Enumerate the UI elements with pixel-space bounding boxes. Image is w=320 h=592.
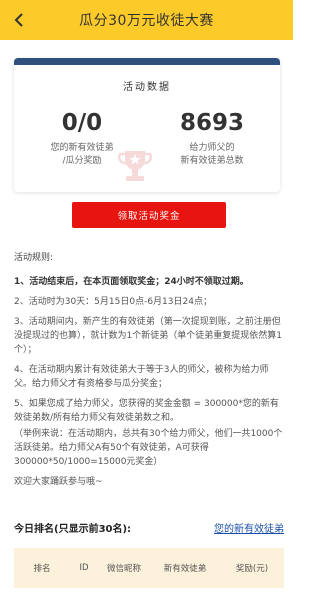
rules-title: 活动规则: [14, 253, 54, 263]
column-header-rank: 排名 [33, 564, 51, 574]
top-bar: 瓜分30万元收徒大赛 [0, 0, 293, 40]
rule-item: 3、活动期间内，新产生的有效徒弟（第一次提现到账，之前注册但没提现过的也算），就… [14, 317, 282, 355]
total-apprentices-value: 8693 [179, 110, 244, 136]
ranking-title: 今日排名(只显示前30名): [14, 524, 132, 535]
rule-item: 1、活动结束后，在本页面领取奖金；24小时不领取过期。 [14, 277, 249, 287]
my-apprentices-value: 0/0 [61, 110, 103, 136]
stats-card: 活动数据 0/0 您的新有效徒弟 /瓜分奖励 8693 给力师父的 新有效徒弟总… [14, 58, 280, 192]
rule-item: 5、如果您成了给力师父，您获得的奖金金额 = 300000*您的新有效徒弟数/所… [14, 399, 279, 423]
total-apprentices-caption-2: 新有效徒弟总数 [180, 156, 244, 166]
column-header-new-apprentices: 新有效徒弟 [163, 564, 207, 574]
my-apprentices-caption-1: 您的新有效徒弟 [50, 143, 114, 153]
claim-reward-button[interactable]: 领取活动奖金 [72, 202, 226, 228]
ranking-header: 今日排名(只显示前30名): 您的新有效徒弟 [14, 520, 284, 536]
back-button[interactable] [6, 6, 32, 34]
column-header-nickname: 微信昵称 [106, 564, 141, 574]
my-apprentices-stat: 0/0 您的新有效徒弟 /瓜分奖励 [22, 110, 142, 168]
rule-item: 2、活动时为30天：5月15日0点-6月13日24点； [14, 297, 212, 307]
column-header-reward: 奖励(元) [235, 564, 269, 574]
my-apprentices-caption-2: /瓜分奖励 [62, 156, 102, 166]
stats-heading: 活动数据 [123, 82, 171, 93]
rule-example: （举例来说：在活动期内，总共有30个给力师父，他们一共1000个活跃徒弟。给力师… [14, 429, 283, 467]
rule-closing: 欢迎大家踊跃参与哦~ [14, 477, 103, 487]
chevron-left-icon [14, 13, 23, 27]
my-apprentices-link[interactable]: 您的新有效徒弟 [214, 520, 284, 535]
total-apprentices-stat: 8693 给力师父的 新有效徒弟总数 [152, 110, 272, 168]
card-top-bar [14, 58, 280, 65]
page-title: 瓜分30万元收徒大赛 [79, 13, 214, 29]
ranking-table-header: 排名 ID 微信昵称 新有效徒弟 奖励(元) [14, 548, 284, 588]
total-apprentices-caption-1: 给力师父的 [189, 143, 235, 153]
rule-item: 4、在活动期内累计有效徒弟大于等于3人的师父，被称为给力师父。给力师父才有资格参… [14, 365, 269, 389]
rules-section: 活动规则: 1、活动结束后，在本页面领取奖金；24小时不领取过期。 2、活动时为… [14, 251, 284, 495]
column-header-id: ID [79, 563, 89, 573]
